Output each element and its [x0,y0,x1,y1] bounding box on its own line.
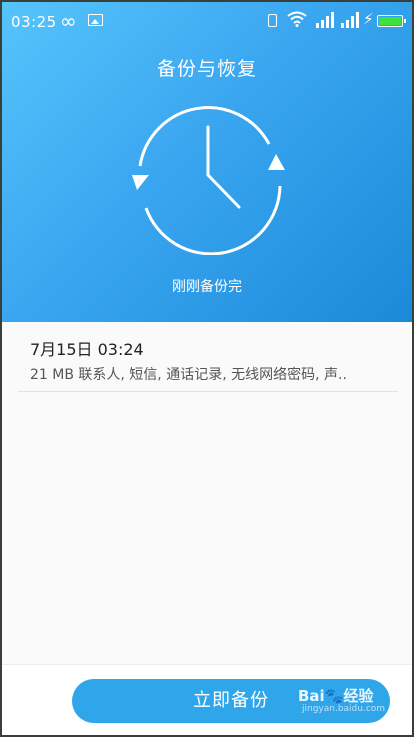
watermark-url: jingyan.baidu.com [302,704,386,714]
watermark-logo: Bai🐾经验 [298,685,373,706]
battery-icon [377,15,406,27]
watermark-brand-suffix: 经验 [343,687,374,705]
image-icon [88,14,103,26]
vibrate-icon [268,14,277,27]
backup-record-date: 7月15日 03:24 [30,340,144,359]
page-title: 备份与恢复 [156,58,257,80]
backup-status-text: 刚刚备份完 [172,279,242,295]
signal-icon [316,12,334,28]
wifi-icon [287,11,307,27]
signal-icon [341,12,359,28]
charging-icon: ⚡ [363,10,374,28]
backup-record-item[interactable]: 7月15日 03:24 21 MB 联系人, 短信, 通话记录, 无线网络密码,… [18,332,398,392]
watermark-brand: Bai [298,687,325,705]
infinity-icon: ∞ [60,9,77,33]
status-bar: 03:25 ∞ ⚡ [2,2,412,38]
backup-clock-icon [132,106,285,255]
paw-icon: 🐾 [324,687,344,705]
backup-record-detail: 21 MB 联系人, 短信, 通话记录, 无线网络密码, 声.. [30,367,347,383]
status-time: 03:25 [11,13,57,31]
header-panel: 03:25 ∞ ⚡ 备份与恢复 刚刚备份完 [2,2,412,322]
app-screen: 03:25 ∞ ⚡ 备份与恢复 刚刚备份完 7月15日 03:24 21 MB … [0,0,414,737]
